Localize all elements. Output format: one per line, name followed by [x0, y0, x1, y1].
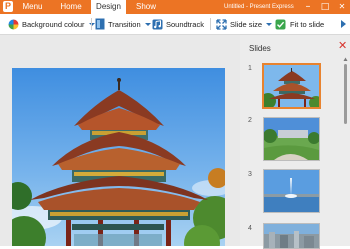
transition-label: Transition	[108, 19, 141, 29]
transition-button[interactable]: Transition	[95, 14, 151, 34]
slide-thumbnail-1[interactable]	[262, 63, 321, 109]
thumbnail-image-park	[264, 118, 319, 160]
toolbar-divider	[91, 18, 92, 30]
menu-tab-design[interactable]: Design	[91, 0, 126, 14]
slide-number: 1	[248, 65, 252, 72]
background-colour-label: Background colour	[22, 19, 85, 29]
app-logo-icon: P	[3, 1, 13, 12]
slide-editor-canvas[interactable]	[0, 35, 240, 246]
slide-number: 2	[248, 117, 252, 124]
slides-panel-title: Slides	[249, 44, 271, 53]
window-title: Untitled - Present Express	[224, 4, 294, 10]
slide-size-label: Slide size	[230, 19, 263, 29]
background-colour-button[interactable]: Background colour	[8, 14, 95, 34]
menu-tab-menu[interactable]: Menu	[14, 0, 51, 14]
slide-thumbnail-2[interactable]	[263, 117, 320, 161]
palette-icon	[8, 19, 19, 29]
resize-arrows-icon	[216, 18, 227, 30]
slides-panel-scrollbar[interactable]	[343, 57, 348, 246]
menu-tab-show[interactable]: Show	[126, 0, 166, 14]
music-icon	[152, 19, 163, 29]
minimize-button[interactable]: –	[300, 0, 316, 14]
transition-icon	[95, 18, 105, 30]
slide-number: 3	[248, 171, 252, 178]
soundtrack-label: Soundtrack	[166, 19, 204, 29]
thumbnail-image-pagoda	[264, 65, 319, 107]
maximize-button[interactable]: □	[317, 0, 333, 14]
toolbar-overflow-arrow-icon[interactable]	[340, 20, 347, 28]
checkmark-icon	[275, 19, 286, 29]
menu-bar: P Menu Home Design Show Untitled - Prese…	[0, 0, 350, 14]
current-slide[interactable]	[12, 68, 225, 246]
slide-number: 4	[248, 225, 252, 232]
thumbnail-image-city	[264, 224, 319, 248]
design-toolbar: Background colour Transition Soundtrack	[0, 14, 350, 35]
menu-tab-home[interactable]: Home	[51, 0, 91, 14]
slides-panel: Slides ✕ 1 2 3 4	[240, 35, 350, 249]
slide-photo-pagoda	[12, 68, 225, 246]
soundtrack-button[interactable]: Soundtrack	[152, 14, 204, 34]
fit-to-slide-button[interactable]: Fit to slide	[275, 14, 324, 34]
close-window-button[interactable]: ✕	[334, 0, 350, 14]
fit-to-slide-label: Fit to slide	[290, 19, 325, 29]
slide-size-button[interactable]: Slide size	[216, 14, 273, 34]
thumbnail-image-fountain	[264, 170, 319, 212]
close-panel-icon[interactable]: ✕	[338, 40, 347, 52]
chevron-down-icon	[144, 22, 151, 26]
slide-thumbnail-4[interactable]	[263, 223, 320, 249]
toolbar-divider	[210, 18, 211, 30]
slide-thumbnail-3[interactable]	[263, 169, 320, 213]
chevron-down-icon	[266, 22, 273, 26]
